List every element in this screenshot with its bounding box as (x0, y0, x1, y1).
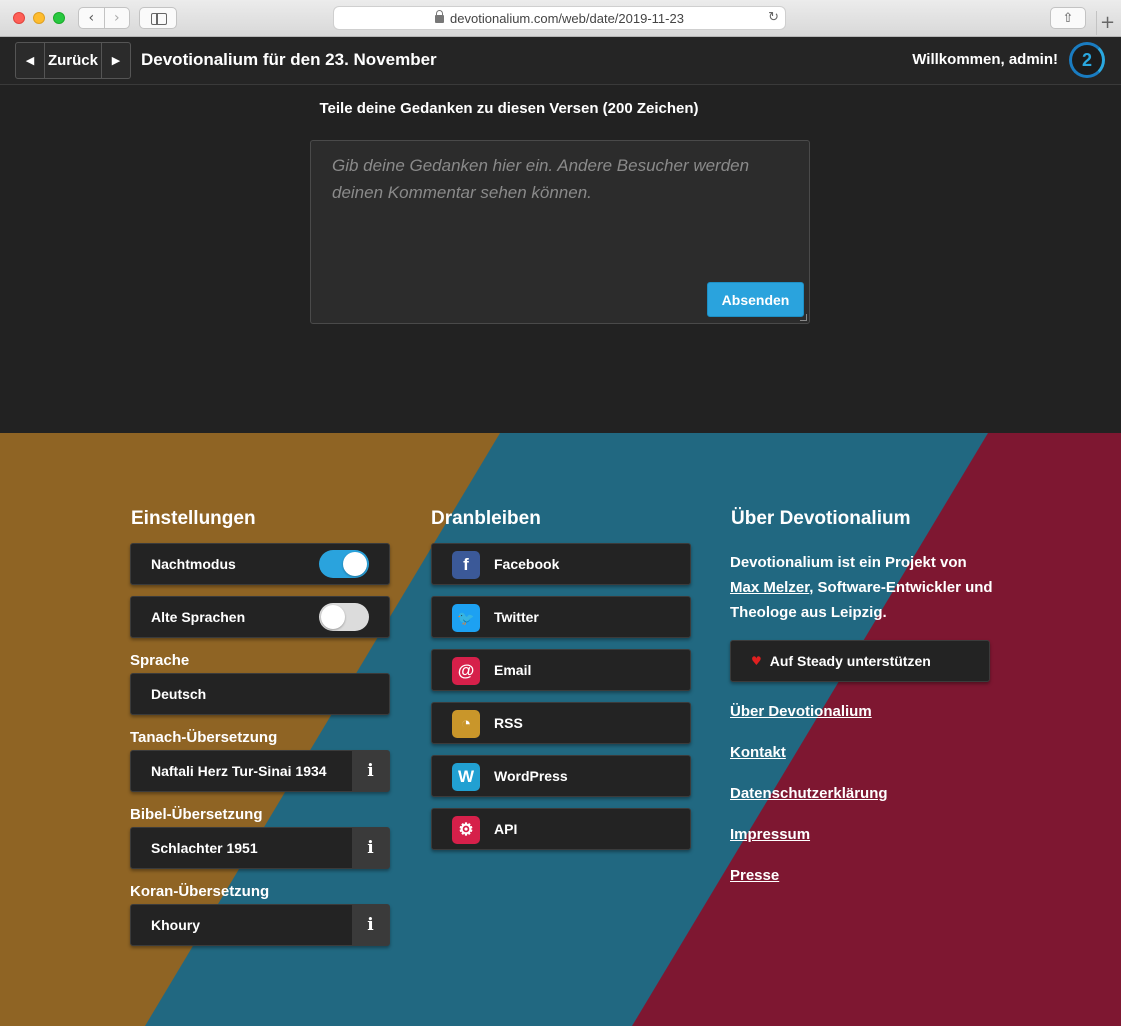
share-icon[interactable]: ⇧ (1050, 7, 1086, 29)
previous-day-icon[interactable]: ◀ (16, 43, 44, 78)
reload-icon[interactable]: ↻ (768, 10, 779, 25)
browser-nav-buttons: ‹ › (78, 7, 130, 29)
bible-info-icon[interactable]: i (352, 828, 389, 868)
quran-label: Koran-Übersetzung (130, 883, 270, 900)
quran-select[interactable]: Khoury i (130, 904, 390, 946)
contact-link[interactable]: Kontakt (730, 744, 786, 761)
comment-heading: Teile deine Gedanken zu diesen Versen (2… (319, 100, 699, 117)
old-languages-setting: Alte Sprachen (130, 596, 390, 638)
tanach-info-icon[interactable]: i (352, 751, 389, 791)
social-link-facebook[interactable]: f Facebook (431, 543, 691, 585)
about-title: Über Devotionalium (731, 508, 911, 529)
browser-forward-icon[interactable]: › (103, 8, 130, 28)
night-mode-toggle[interactable] (319, 550, 369, 578)
about-link[interactable]: Über Devotionalium (730, 703, 872, 720)
settings-title: Einstellungen (131, 508, 256, 529)
steady-support-label: Auf Steady unterstützen (769, 653, 931, 669)
bible-value: Schlachter 1951 (151, 840, 258, 856)
next-day-icon[interactable]: ▶ (102, 43, 130, 78)
resize-handle-icon[interactable] (800, 314, 807, 321)
rss-icon: ◔ (452, 710, 480, 738)
url-text: devotionalium.com/web/date/2019-11-23 (450, 10, 684, 26)
gears-icon: ⚙ (452, 816, 480, 844)
social-link-wordpress[interactable]: W WordPress (431, 755, 691, 797)
browser-back-icon[interactable]: ‹ (79, 8, 104, 28)
zoom-window-button[interactable] (53, 12, 65, 24)
social-link-email[interactable]: @ Email (431, 649, 691, 691)
browser-toolbar: ‹ › devotionalium.com/web/date/2019-11-2… (0, 0, 1121, 37)
lock-icon (435, 10, 445, 23)
privacy-link[interactable]: Datenschutzerklärung (730, 785, 888, 802)
address-bar[interactable]: devotionalium.com/web/date/2019-11-23 ↻ (333, 6, 786, 30)
streak-badge[interactable]: 2 (1069, 42, 1105, 78)
social-link-api[interactable]: ⚙ API (431, 808, 691, 850)
author-link[interactable]: Max Melzer (730, 579, 809, 596)
wordpress-icon: W (452, 763, 480, 791)
stay-title: Dranbleiben (431, 508, 541, 529)
sidebar-toggle-icon[interactable] (139, 7, 177, 29)
twitter-icon: 🐦 (452, 604, 480, 632)
about-text: Devotionalium ist ein Projekt von Max Me… (730, 550, 1000, 625)
quran-value: Khoury (151, 917, 200, 933)
email-icon: @ (452, 657, 480, 685)
toggle-knob (321, 605, 345, 629)
tanach-select[interactable]: Naftali Herz Tur-Sinai 1934 i (130, 750, 390, 792)
about-text-before: Devotionalium ist ein Projekt von (730, 554, 967, 571)
page-title: Devotionalium für den 23. November (141, 50, 437, 69)
language-label: Sprache (130, 652, 190, 669)
minimize-window-button[interactable] (33, 12, 45, 24)
steady-support-button[interactable]: ♥ Auf Steady unterstützen (730, 640, 990, 682)
date-navigation: ◀ Zurück ▶ (15, 42, 131, 79)
heart-icon: ♥ (751, 654, 762, 668)
submit-button[interactable]: Absenden (707, 282, 804, 317)
old-languages-toggle[interactable] (319, 603, 369, 631)
language-select[interactable]: Deutsch (130, 673, 390, 715)
facebook-icon: f (452, 551, 480, 579)
app-header: ◀ Zurück ▶ Devotionalium für den 23. Nov… (0, 37, 1121, 85)
press-link[interactable]: Presse (730, 867, 779, 884)
new-tab-icon[interactable]: + (1096, 11, 1118, 35)
bible-label: Bibel-Übersetzung (130, 806, 263, 823)
back-button[interactable]: Zurück (44, 43, 102, 78)
tanach-value: Naftali Herz Tur-Sinai 1934 (151, 763, 327, 779)
social-link-rss[interactable]: ◔ RSS (431, 702, 691, 744)
close-window-button[interactable] (13, 12, 25, 24)
bible-select[interactable]: Schlachter 1951 i (130, 827, 390, 869)
tanach-label: Tanach-Übersetzung (130, 729, 278, 746)
language-value: Deutsch (151, 686, 207, 702)
toggle-knob (343, 552, 367, 576)
quran-info-icon[interactable]: i (352, 905, 389, 945)
night-mode-setting: Nachtmodus (130, 543, 390, 585)
social-link-twitter[interactable]: 🐦 Twitter (431, 596, 691, 638)
welcome-text: Willkommen, admin! (912, 51, 1058, 68)
comment-box: Absenden (310, 140, 810, 324)
imprint-link[interactable]: Impressum (730, 826, 810, 843)
footer: Einstellungen Nachtmodus Alte Sprachen S… (0, 433, 1121, 1026)
